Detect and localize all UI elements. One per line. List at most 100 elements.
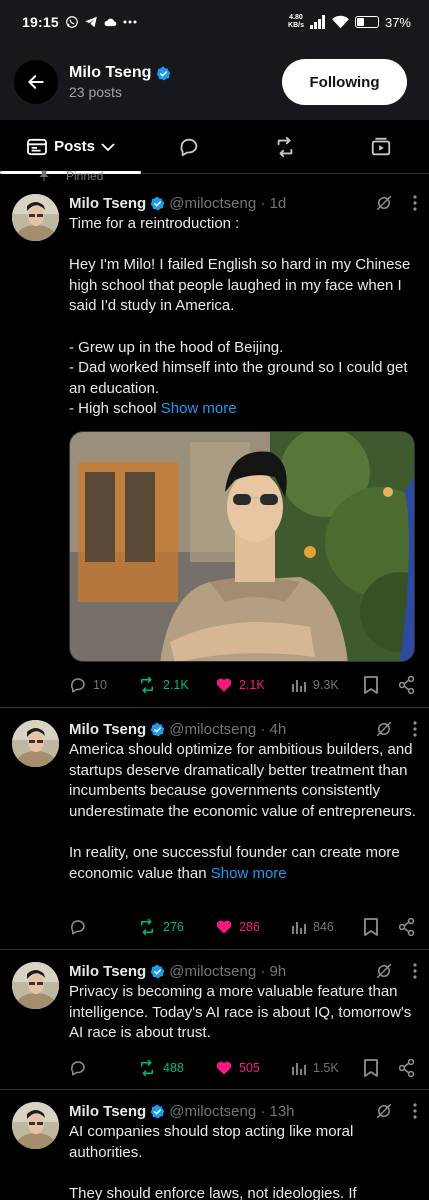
reply-button[interactable] [69,1059,137,1077]
grok-button[interactable] [375,1102,393,1120]
tweet[interactable]: Pinned Milo Tseng @miloctseng · 1d Time … [0,169,429,708]
tweet-text: AI companies should stop acting like mor… [69,1122,417,1200]
avatar[interactable] [12,720,59,767]
grok-button[interactable] [375,962,393,980]
like-button[interactable]: 286 [215,918,291,936]
tweet-author-name[interactable]: Milo Tseng [69,195,146,212]
like-button[interactable]: 505 [215,1059,291,1077]
repost-count: 488 [163,1061,184,1075]
tweet-feed: Pinned Milo Tseng @miloctseng · 1d Time … [0,169,429,1200]
repost-button[interactable]: 488 [137,1059,215,1077]
views-button[interactable]: 9.3K [291,677,363,693]
views-icon [292,922,306,934]
tweet[interactable]: Milo Tseng @miloctseng · 13h AI companie… [0,1090,429,1200]
avatar[interactable] [12,962,59,1009]
grok-icon [376,721,392,737]
profile-tabs: Posts [0,120,429,174]
tweet-handle-time[interactable]: @miloctseng · 13h [169,1103,294,1120]
bookmark-button[interactable] [363,676,391,694]
reply-button[interactable] [69,918,137,936]
tweet[interactable]: Milo Tseng @miloctseng · 9h Privacy is b… [0,950,429,1090]
repost-button[interactable]: 276 [137,918,215,936]
show-more-link[interactable]: Show more [211,865,287,882]
tweet-line: Time for a reintroduction : [69,215,240,232]
back-button[interactable] [14,60,58,104]
show-more-link[interactable]: Show more [161,400,237,417]
tab-reposts[interactable] [237,120,333,173]
network-speed: 4.80 KB/s [288,14,304,29]
views-icon [292,1063,306,1075]
tweet-line: They should enforce laws, not ideologies… [69,1184,357,1200]
status-bar: 19:15 4.80 KB/s 37% [0,0,429,44]
verified-badge-icon [157,66,171,80]
views-button[interactable]: 846 [291,919,363,935]
tweet-photo[interactable] [69,431,415,662]
reposts-tab-icon [277,136,293,157]
wifi-icon [332,15,349,29]
share-icon [399,918,415,936]
repost-button[interactable]: 2.1K [137,676,215,694]
posts-count: 23 posts [69,84,122,100]
more-button[interactable] [413,721,417,737]
verified-badge-icon [150,1104,165,1118]
bookmark-button[interactable] [363,1059,391,1077]
grok-icon [376,963,392,979]
tweet-text: Time for a reintroduction : Hey I'm Milo… [69,214,417,420]
share-button[interactable] [399,1059,415,1077]
avatar[interactable] [12,1102,59,1149]
views-icon [292,680,306,692]
tweet-line: - Grew up in the hood of Beijing. [69,338,284,356]
views-count: 9.3K [313,678,339,692]
tab-media[interactable] [333,120,429,173]
tweet-author-name[interactable]: Milo Tseng [69,963,146,980]
reply-icon [71,678,85,693]
back-arrow-icon [28,75,44,89]
like-count: 505 [239,1061,260,1075]
pinned-indicator: Pinned [38,169,103,183]
more-button[interactable] [413,1103,417,1119]
posts-tab-icon [27,138,47,155]
avatar[interactable] [12,194,59,241]
reply-button[interactable]: 10 [69,676,137,694]
pin-icon [39,170,49,181]
grok-button[interactable] [375,720,393,738]
tweet-handle-time[interactable]: @miloctseng · 4h [169,721,286,738]
tab-posts[interactable]: Posts [0,120,141,174]
share-button[interactable] [399,676,415,694]
more-button[interactable] [413,195,417,211]
tweet-line: Hey I'm Milo! I failed English so hard i… [69,256,411,315]
views-button[interactable]: 1.5K [291,1060,363,1076]
more-icon [413,195,417,211]
verified-badge-icon [150,196,165,210]
share-button[interactable] [399,918,415,936]
tab-replies[interactable] [141,120,237,173]
tweet-line: AI companies should stop acting like mor… [69,1123,354,1161]
like-button[interactable]: 2.1K [215,676,291,694]
battery-icon [354,16,379,28]
following-button[interactable]: Following [282,59,407,105]
signal-icon [309,15,325,29]
tweet-text: America should optimize for ambitious bu… [69,740,417,884]
more-button[interactable] [413,963,417,979]
tweet-author-name[interactable]: Milo Tseng [69,1103,146,1120]
verified-badge-icon [150,722,165,736]
bookmark-button[interactable] [363,918,391,936]
grok-icon [376,195,392,211]
tweet-line: America should optimize for ambitious bu… [69,741,416,820]
views-count: 846 [313,920,334,934]
repost-icon [141,918,153,936]
tweet-text: Privacy is becoming a more valuable feat… [69,982,417,1044]
telegram-icon [84,16,97,28]
more-icon [413,1103,417,1119]
like-count: 2.1K [239,678,265,692]
grok-button[interactable] [375,194,393,212]
heart-icon [216,1061,232,1075]
replies-tab-icon [180,138,198,156]
tweet[interactable]: Milo Tseng @miloctseng · 4h America shou… [0,708,429,950]
tweet-author-name[interactable]: Milo Tseng [69,721,146,738]
tweet-handle-time[interactable]: @miloctseng · 9h [169,963,286,980]
profile-header: Milo Tseng 23 posts Following [0,44,429,120]
tweet-handle-time[interactable]: @miloctseng · 1d [169,195,286,212]
tweet-actions: 10 2.1K 2.1K 9.3K [69,672,415,698]
repost-icon [141,676,153,694]
